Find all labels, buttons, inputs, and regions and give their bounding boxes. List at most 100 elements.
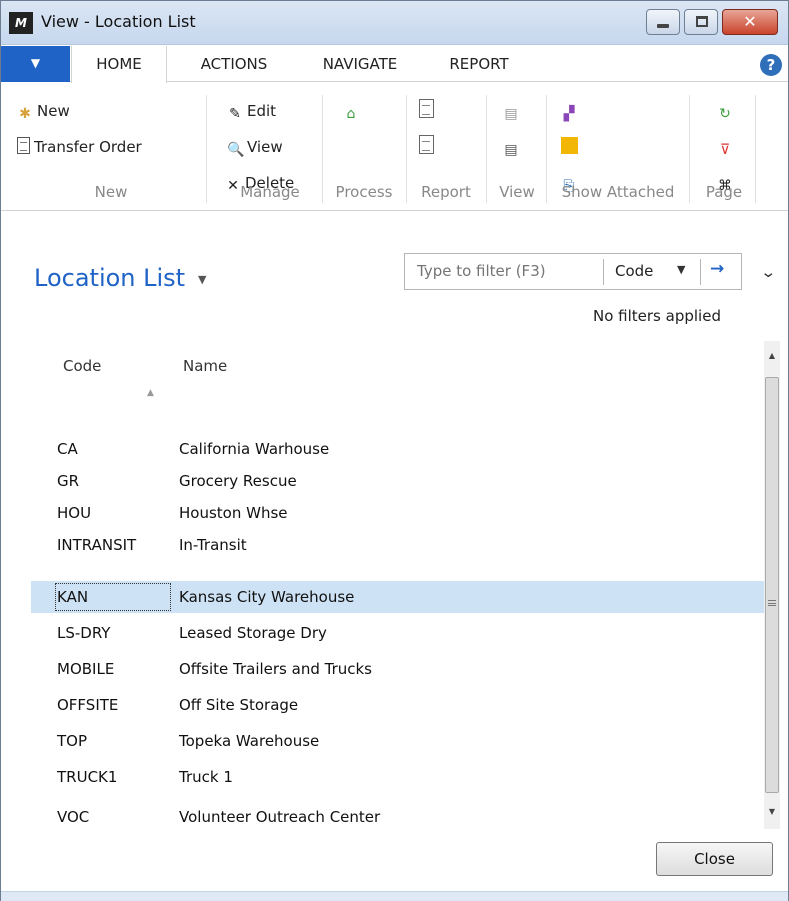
cell-code: CA (57, 440, 78, 458)
view-details-icon: ▤ (504, 142, 518, 158)
window-title: View - Location List (41, 12, 196, 31)
page-title-dropdown-icon[interactable]: ▼ (198, 273, 206, 286)
cell-code: TOP (57, 732, 88, 750)
transfer-order-icon (17, 137, 30, 154)
cell-name: Leased Storage Dry (179, 624, 327, 642)
table-row[interactable]: CA California Warhouse (31, 433, 764, 465)
group-label-page: Page (705, 183, 743, 201)
close-icon: ✕ (743, 12, 757, 31)
title-bar[interactable]: M View - Location List ✕ (1, 1, 788, 45)
group-divider (406, 95, 407, 203)
collapse-chevron-icon[interactable]: ⌄ (760, 263, 776, 281)
note-icon (561, 137, 578, 154)
view-list-icon: ▤ (504, 106, 518, 122)
vertical-scrollbar[interactable]: ▲ ▼ (764, 341, 780, 829)
ribbon-home: ✱ New Transfer Order New ✎ Edit 🔍 View ✕ Del… (1, 83, 788, 211)
cell-code: OFFSITE (57, 696, 119, 714)
refresh-button[interactable]: ↻ (717, 97, 737, 125)
tab-report[interactable]: REPORT (433, 46, 525, 82)
group-divider (689, 95, 690, 203)
tab-actions[interactable]: ACTIONS (179, 46, 289, 82)
table-row[interactable]: LS-DRY Leased Storage Dry (31, 617, 764, 649)
maximize-icon (696, 16, 708, 27)
clear-filter-button[interactable]: ⊽ (717, 133, 737, 161)
group-label-show-attached: Show Attached (561, 183, 675, 201)
group-divider (322, 95, 323, 203)
transfer-order-button[interactable]: Transfer Order (17, 133, 142, 161)
tab-navigate[interactable]: NAVIGATE (307, 46, 413, 82)
group-label-process: Process (335, 183, 393, 201)
group-label-view: View (499, 183, 535, 201)
report-button-1[interactable] (419, 97, 438, 125)
cell-name: Grocery Rescue (179, 472, 297, 490)
cell-code: HOU (57, 504, 92, 522)
column-header-name[interactable]: Name (183, 357, 227, 375)
group-label-new: New (94, 183, 128, 201)
column-header-code[interactable]: Code (63, 357, 101, 375)
cell-code: LS-DRY (57, 624, 111, 642)
onenote-icon: ▞ (563, 106, 575, 122)
application-menu-button[interactable]: ▼ (1, 46, 70, 82)
report-button-2[interactable] (419, 133, 438, 161)
filter-status: No filters applied (593, 307, 721, 325)
tab-home[interactable]: HOME (71, 46, 167, 83)
cell-name: Volunteer Outreach Center (179, 808, 381, 826)
ribbon-tab-bar: ▼ HOME ACTIONS NAVIGATE REPORT ? (1, 46, 788, 83)
chevron-down-icon[interactable]: ▼ (677, 263, 685, 276)
process-button[interactable]: ⌂ (343, 97, 363, 125)
close-window-button[interactable]: ✕ (722, 9, 778, 35)
table-row[interactable]: MOBILE Offsite Trailers and Trucks (31, 653, 764, 685)
cell-name: In-Transit (179, 536, 247, 554)
help-icon[interactable]: ? (760, 54, 782, 76)
arrow-right-icon[interactable]: → (710, 259, 724, 279)
group-divider (755, 95, 756, 203)
transfer-order-label: Transfer Order (34, 138, 142, 156)
view-button[interactable]: 🔍 View (227, 133, 283, 161)
show-attached-notes-button[interactable] (561, 133, 582, 161)
table-row[interactable]: GR Grocery Rescue (31, 465, 764, 497)
cell-code: INTRANSIT (57, 536, 137, 554)
view-details-button[interactable]: ▤ (503, 133, 523, 161)
group-divider (206, 95, 207, 203)
location-list-window: M View - Location List ✕ ▼ HOME ACTIONS … (0, 0, 789, 901)
table-row[interactable]: OFFSITE Off Site Storage (31, 689, 764, 721)
cell-name: Kansas City Warehouse (179, 588, 355, 606)
table-row[interactable]: INTRANSIT In-Transit (31, 529, 764, 561)
scrollbar-thumb[interactable] (765, 377, 779, 793)
location-table: Code ▲ Name CA California Warhouse GR Gr… (31, 341, 764, 829)
cell-name: Off Site Storage (179, 696, 299, 714)
cell-code: TRUCK1 (57, 768, 118, 786)
new-document-icon: ✱ (19, 106, 31, 122)
close-button[interactable]: Close (656, 842, 773, 876)
filter-field-select[interactable]: Code (615, 262, 653, 280)
cell-code: MOBILE (57, 660, 115, 678)
group-divider (546, 95, 547, 203)
filter-bar: Code ▼ → (404, 253, 742, 290)
report-chart-icon (419, 99, 434, 118)
maximize-button[interactable] (684, 9, 718, 35)
view-list-button[interactable]: ▤ (503, 97, 523, 125)
scroll-down-icon[interactable]: ▼ (764, 807, 780, 816)
minimize-icon (657, 24, 669, 28)
table-row[interactable]: TRUCK1 Truck 1 (31, 761, 764, 793)
table-row[interactable]: VOC Volunteer Outreach Center (31, 801, 764, 829)
new-button-label: New (37, 102, 70, 120)
scroll-up-icon[interactable]: ▲ (764, 351, 780, 360)
grip-icon (768, 600, 776, 606)
app-logo-icon: M (9, 12, 33, 34)
group-divider (486, 95, 487, 203)
filter-divider (700, 259, 701, 285)
filter-input[interactable] (417, 262, 597, 280)
table-row[interactable]: TOP Topeka Warehouse (31, 725, 764, 757)
show-attached-links-button[interactable]: ▞ (561, 97, 581, 125)
cell-name: Offsite Trailers and Trucks (179, 660, 373, 678)
view-document-icon: 🔍 (227, 142, 245, 158)
new-button[interactable]: ✱ New (17, 97, 70, 125)
minimize-button[interactable] (646, 9, 680, 35)
table-row-selected[interactable]: KAN Kansas City Warehouse (31, 581, 764, 613)
cell-name: Houston Whse (179, 504, 288, 522)
table-row[interactable]: HOU Houston Whse (31, 497, 764, 529)
view-button-label: View (247, 138, 283, 156)
edit-button[interactable]: ✎ Edit (227, 97, 276, 125)
page-title[interactable]: Location List (34, 264, 185, 292)
